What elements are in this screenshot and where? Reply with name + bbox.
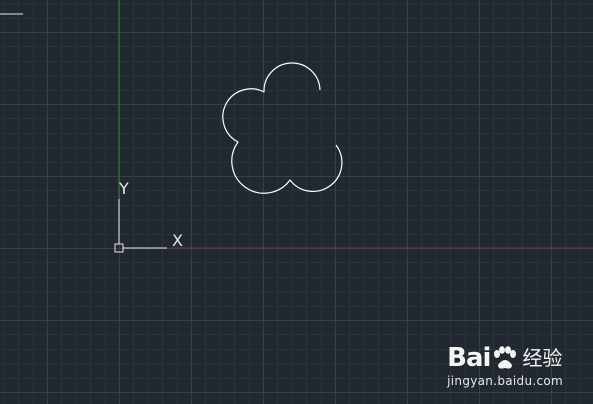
watermark-brand-suffix: 经验 [522,346,563,370]
baidu-jingyan-watermark: Bai 经验 jingyan.baidu.com [447,345,563,388]
paw-icon [494,346,517,369]
drawing-canvas[interactable]: Y X [0,0,593,404]
grid-major-lines [0,0,593,404]
watermark-brand-prefix: Bai [447,343,491,373]
watermark-logo: Bai 经验 [447,345,563,371]
drawing-viewport[interactable]: Y X Bai 经验 jingyan.baidu.com [0,0,593,404]
grid-minor-lines [0,0,593,404]
ucs-x-label: X [172,231,183,250]
flower-arc-shape[interactable] [222,62,343,194]
ucs-y-label: Y [118,179,129,198]
watermark-url: jingyan.baidu.com [447,374,563,388]
